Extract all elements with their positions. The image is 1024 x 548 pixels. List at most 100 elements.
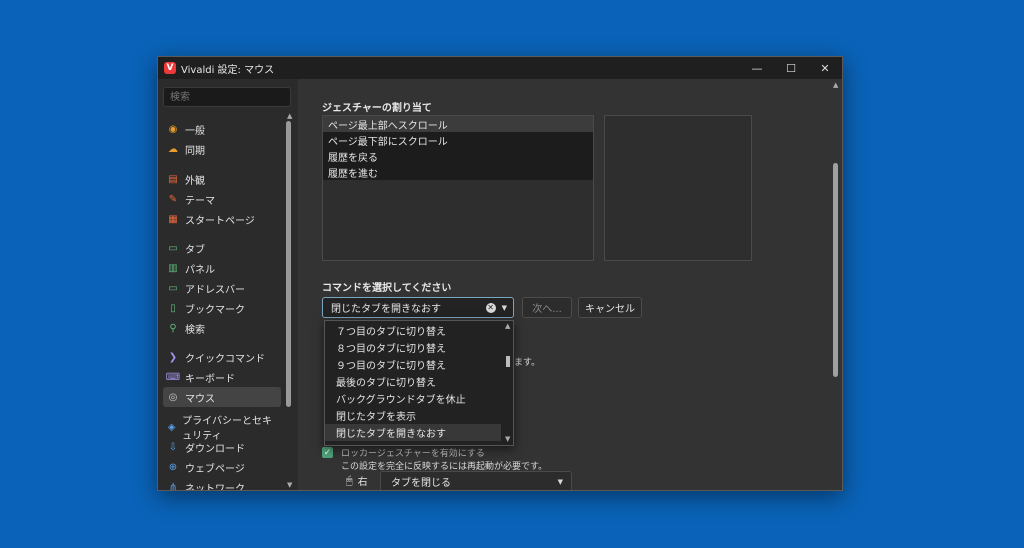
command-dropdown-list: ７つ目のタブに切り替え ８つ目のタブに切り替え ９つ目のタブに切り替え 最後のタブに切…: [324, 320, 514, 446]
download-icon: ⇩: [168, 441, 178, 453]
sidebar-item[interactable]: ▭ タブ: [163, 238, 281, 258]
sidebar-item-label: キーボード: [185, 373, 235, 385]
panel-icon: ▥: [168, 262, 178, 274]
vivaldi-logo-icon: V: [164, 62, 176, 74]
rocker-gesture-label: ロッカージェスチャーを有効にする: [341, 449, 485, 459]
sidebar-item-label: アドレスバー: [185, 284, 245, 296]
general-icon: ◉: [168, 123, 178, 135]
sidebar-item-label: 一般: [185, 125, 205, 137]
sidebar-item[interactable]: ⇩ ダウンロード: [163, 437, 281, 457]
next-button[interactable]: 次へ...: [522, 297, 572, 318]
gesture-mapping-heading: ジェスチャーの割り当て: [322, 103, 432, 114]
start-page-icon: ▦: [168, 213, 178, 225]
gesture-row[interactable]: 履歴を戻る: [323, 148, 593, 164]
chevron-down-icon[interactable]: ▼: [502, 304, 507, 312]
tab-icon: ▭: [168, 242, 178, 254]
sidebar-item[interactable]: ▭ アドレスバー: [163, 278, 281, 298]
sidebar-item[interactable]: ▤ 外観: [163, 169, 281, 189]
command-select[interactable]: 閉じたタブを開きなおす ✕ ▼: [322, 297, 514, 318]
dropdown-option[interactable]: 最後のタブに切り替え: [325, 373, 501, 390]
sidebar-item-label: 外観: [185, 175, 205, 187]
sidebar-item-label: スタートページ: [185, 215, 255, 227]
settings-search-input[interactable]: [163, 87, 291, 107]
sidebar-item[interactable]: ▥ パネル: [163, 258, 281, 278]
gesture-list: ページ最上部へスクロール ページ最下部にスクロール 履歴を戻る 履歴を進む: [322, 115, 594, 261]
title-bar: V Vivaldi 設定: マウス — ☐ ✕: [158, 57, 842, 79]
bookmark-icon: ▯: [170, 302, 176, 314]
dropdown-option[interactable]: ９つ目のタブに切り替え: [325, 356, 501, 373]
mouse-button-label: 右: [357, 477, 368, 488]
globe-icon: ⊕: [168, 461, 178, 473]
sidebar-item[interactable]: ⋔ ネットワーク: [163, 477, 281, 491]
cancel-button[interactable]: キャンセル: [578, 297, 642, 318]
window-title: Vivaldi 設定: マウス: [181, 64, 275, 76]
gesture-row[interactable]: ページ最上部へスクロール: [323, 116, 593, 132]
sidebar-item[interactable]: ☁ 同期: [163, 139, 281, 159]
sidebar-scroll-down-icon[interactable]: ▼: [287, 481, 292, 489]
gesture-row[interactable]: 履歴を進む: [323, 164, 593, 180]
dropdown-scroll-down-icon[interactable]: ▼: [505, 435, 510, 443]
content-scrollbar[interactable]: [833, 163, 838, 377]
sidebar-item[interactable]: ▯ ブックマーク: [163, 298, 281, 318]
appearance-icon: ▤: [168, 173, 178, 185]
sidebar-scrollbar[interactable]: [286, 121, 291, 407]
dropdown-option[interactable]: ７つ目のタブに切り替え: [325, 322, 501, 339]
dropdown-option[interactable]: バックグラウンドタブを休止: [325, 390, 501, 407]
dropdown-option[interactable]: ８つ目のタブに切り替え: [325, 339, 501, 356]
sidebar-item-label: テーマ: [185, 195, 215, 207]
keyboard-icon: ⌨: [165, 371, 181, 383]
sidebar-item[interactable]: ⚲ 検索: [163, 318, 281, 338]
sidebar-item-label: 同期: [185, 145, 205, 157]
settings-sidebar: ◉ 一般 ☁ 同期 ▤ 外観 ✎ テーマ ▦ スタートページ ▭ タブ ▥ パネル ▭ アドレスバー ▯ ブックマ…: [158, 79, 298, 491]
mouse-action-select[interactable]: タブを閉じる ▼: [380, 471, 572, 490]
minimize-button[interactable]: —: [740, 57, 774, 79]
settings-content: ジェスチャーの割り当て ページ最上部へスクロール ページ最下部にスクロール 履歴を戻…: [298, 79, 842, 490]
sidebar-item-label: パネル: [185, 264, 215, 276]
mouse-button-row: 🖱 右: [346, 473, 368, 489]
quick-command-icon: ❯: [168, 351, 178, 363]
rocker-gesture-checkbox[interactable]: ✓: [322, 447, 333, 458]
sidebar-item[interactable]: ⌨ キーボード: [163, 367, 281, 387]
shield-icon: ◈: [167, 421, 176, 433]
sidebar-item[interactable]: ❯ クイックコマンド: [163, 347, 281, 367]
chevron-down-icon[interactable]: ▼: [558, 478, 563, 486]
sidebar-item-label: タブ: [185, 244, 205, 256]
dropdown-option[interactable]: 閉じたタブを開きなおす: [325, 424, 501, 441]
search-icon: ⚲: [169, 322, 177, 334]
clear-icon[interactable]: ✕: [485, 302, 496, 313]
sidebar-item-label: マウス: [185, 393, 215, 405]
dropdown-option[interactable]: 閉じたタブを表示: [325, 407, 501, 424]
sidebar-item-label: ダウンロード: [185, 443, 245, 455]
sidebar-item-label: ネットワーク: [185, 483, 245, 491]
sidebar-item-label: クイックコマンド: [185, 353, 265, 365]
content-scroll-up-icon[interactable]: ▲: [833, 81, 838, 89]
address-bar-icon: ▭: [168, 282, 178, 294]
description-text-fragment: ます。: [514, 358, 541, 368]
close-button[interactable]: ✕: [808, 57, 842, 79]
gesture-preview: [604, 115, 752, 261]
command-select-value: 閉じたタブを開きなおす: [331, 304, 441, 315]
sidebar-item-label: 検索: [185, 324, 205, 336]
sidebar-item[interactable]: ◈ プライバシーとセキュリティ: [163, 416, 281, 442]
command-heading: コマンドを選択してください: [322, 283, 452, 294]
sidebar-scroll-up-icon[interactable]: ▲: [287, 112, 292, 120]
mouse-action-value: タブを閉じる: [391, 478, 451, 489]
cloud-icon: ☁: [168, 143, 178, 155]
gesture-row[interactable]: ページ最下部にスクロール: [323, 132, 593, 148]
mouse-icon: 🖱: [346, 473, 353, 487]
dropdown-scroll-thumb[interactable]: [506, 356, 510, 367]
theme-brush-icon: ✎: [168, 193, 178, 205]
dropdown-scrollbar[interactable]: ▲ ▼: [503, 321, 513, 445]
dropdown-scroll-up-icon[interactable]: ▲: [505, 322, 510, 330]
network-icon: ⋔: [168, 481, 178, 491]
sidebar-item[interactable]: ◉ 一般: [163, 119, 281, 139]
sidebar-item[interactable]: ✎ テーマ: [163, 189, 281, 209]
sidebar-item[interactable]: ⊕ ウェブページ: [163, 457, 281, 477]
sidebar-item[interactable]: ◎ マウス: [163, 387, 281, 407]
sidebar-item[interactable]: ▦ スタートページ: [163, 209, 281, 229]
maximize-button[interactable]: ☐: [774, 57, 808, 79]
mouse-icon: ◎: [168, 391, 178, 403]
sidebar-item-label: ウェブページ: [185, 463, 245, 475]
settings-window: V Vivaldi 設定: マウス — ☐ ✕ ◉ 一般 ☁ 同期 ▤ 外観 ✎ テーマ ▦ スタ…: [157, 56, 843, 491]
sidebar-item-label: ブックマーク: [185, 304, 245, 316]
